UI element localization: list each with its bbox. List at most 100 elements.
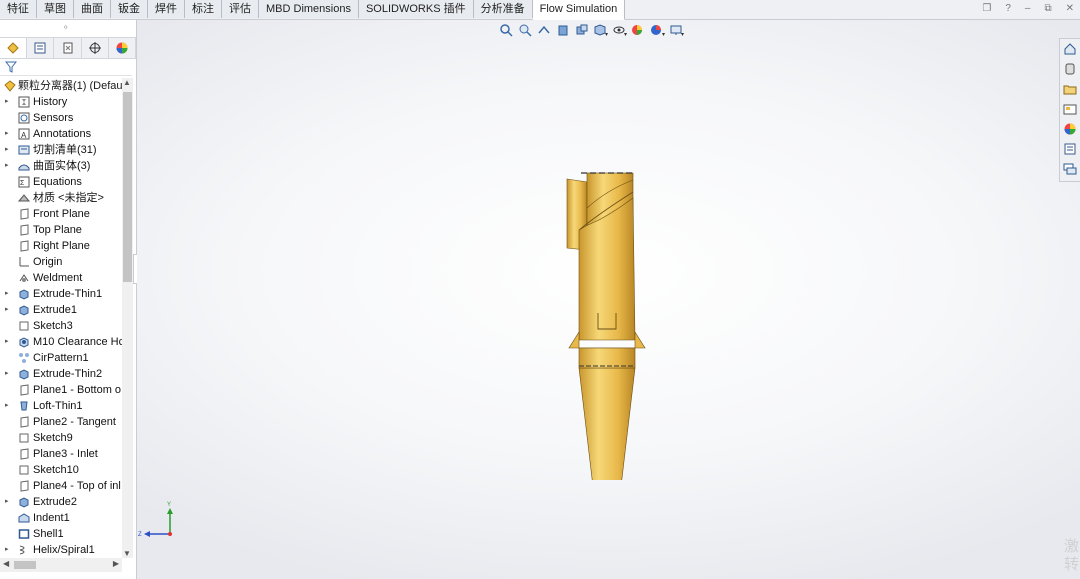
tree-item[interactable]: ▸ Loft-Thin1: [0, 398, 122, 414]
custom-properties-icon[interactable]: [1060, 139, 1080, 159]
previous-view-icon[interactable]: [536, 22, 552, 38]
scroll-thumb[interactable]: [123, 92, 132, 282]
extrude-icon: [18, 288, 30, 300]
tree-item[interactable]: ▸ Extrude-Thin2: [0, 366, 122, 382]
scroll-down-icon[interactable]: ▼: [123, 549, 131, 558]
tree-item[interactable]: Plane4 - Top of inl: [0, 478, 122, 494]
tab-8[interactable]: SOLIDWORKS 插件: [358, 0, 474, 18]
expand-arrow-icon[interactable]: ▸: [5, 302, 9, 318]
zoom-area-icon[interactable]: [517, 22, 533, 38]
tree-item[interactable]: 材质 <未指定>: [0, 190, 122, 206]
forum-icon[interactable]: [1060, 159, 1080, 179]
scroll-up-icon[interactable]: ▲: [123, 78, 131, 87]
hide-show-items-icon[interactable]: [631, 22, 647, 38]
tree-item[interactable]: ▸ History: [0, 94, 122, 110]
edit-appearance-icon[interactable]: ▾: [650, 22, 666, 38]
expand-arrow-icon[interactable]: ▸: [5, 94, 9, 110]
configuration-manager-tab[interactable]: [54, 38, 82, 58]
help-icon[interactable]: ?: [1005, 3, 1011, 15]
tab-0[interactable]: 特征: [0, 0, 37, 18]
sketch-icon: [18, 464, 30, 476]
tree-item[interactable]: Weldment: [0, 270, 122, 286]
expand-arrow-icon[interactable]: ▸: [5, 334, 9, 350]
tree-item[interactable]: Sketch9: [0, 430, 122, 446]
dimxpert-manager-tab[interactable]: [82, 38, 109, 58]
annotations-icon: A: [18, 128, 30, 140]
tree-horizontal-scrollbar[interactable]: ◀ ▶: [0, 558, 122, 572]
tab-6[interactable]: 评估: [222, 0, 259, 18]
tab-5[interactable]: 标注: [185, 0, 222, 18]
section-view-icon[interactable]: [555, 22, 571, 38]
panel-grip-icon[interactable]: ⚬: [62, 22, 70, 33]
graphics-area[interactable]: ▾ ▾ ▾ ▾ Y Z 激转: [137, 20, 1080, 579]
tree-item[interactable]: Sketch3: [0, 318, 122, 334]
display-manager-tab[interactable]: [109, 38, 137, 58]
tree-item[interactable]: CirPattern1: [0, 350, 122, 366]
expand-arrow-icon[interactable]: ▸: [5, 542, 9, 558]
tab-3[interactable]: 钣金: [111, 0, 148, 18]
tree-item[interactable]: ▸ Extrude2: [0, 494, 122, 510]
tab-9[interactable]: 分析准备: [473, 0, 533, 18]
hscroll-thumb[interactable]: [14, 561, 36, 569]
tree-item[interactable]: Front Plane: [0, 206, 122, 222]
design-library-icon[interactable]: [1060, 59, 1080, 79]
view-settings-icon[interactable]: ▾: [669, 22, 685, 38]
file-explorer-icon[interactable]: [1060, 79, 1080, 99]
expand-arrow-icon[interactable]: ▸: [5, 158, 9, 174]
appearances-icon[interactable]: [1060, 119, 1080, 139]
feature-manager-tab[interactable]: [0, 38, 28, 58]
zoom-to-fit-icon[interactable]: [498, 22, 514, 38]
dynamic-annotation-icon[interactable]: [574, 22, 590, 38]
tree-item[interactable]: Right Plane: [0, 238, 122, 254]
expand-arrow-icon[interactable]: ▸: [5, 366, 9, 382]
scroll-left-icon[interactable]: ◀: [3, 559, 9, 568]
maximize-icon[interactable]: ⧉: [1044, 3, 1051, 15]
coordinate-triad: Y Z: [138, 502, 173, 538]
plane-icon: [18, 416, 30, 428]
tab-1[interactable]: 草图: [37, 0, 74, 18]
close-icon[interactable]: ✕: [1066, 3, 1074, 15]
origin-icon: [18, 256, 30, 268]
barrel-lower: [578, 347, 636, 369]
surface-bodies-icon: [18, 160, 30, 172]
tree-item[interactable]: Plane2 - Tangent: [0, 414, 122, 430]
tab-2[interactable]: 曲面: [74, 0, 111, 18]
view-orientation-icon[interactable]: ▾: [593, 22, 609, 38]
tab-4[interactable]: 焊件: [148, 0, 185, 18]
tree-item[interactable]: Plane1 - Bottom o: [0, 382, 122, 398]
tree-item[interactable]: Origin: [0, 254, 122, 270]
tree-item[interactable]: ▸ 曲面实体(3): [0, 158, 122, 174]
display-style-icon[interactable]: ▾: [612, 22, 628, 38]
tree-item[interactable]: Σ Equations: [0, 174, 122, 190]
expand-arrow-icon[interactable]: ▸: [5, 286, 9, 302]
expand-arrow-icon[interactable]: ▸: [5, 142, 9, 158]
tree-item[interactable]: Plane3 - Inlet: [0, 446, 122, 462]
tree-item[interactable]: ▸ Extrude1: [0, 302, 122, 318]
scroll-right-icon[interactable]: ▶: [113, 559, 119, 568]
tree-item[interactable]: ▸ 切割清单(31): [0, 142, 122, 158]
crosshair-icon: [88, 42, 101, 54]
tree-item[interactable]: ▸ Extrude-Thin1: [0, 286, 122, 302]
tree-item[interactable]: Indent1: [0, 510, 122, 526]
tree-item[interactable]: Shell1: [0, 526, 122, 542]
tree-item[interactable]: Sensors: [0, 110, 122, 126]
tree-filter[interactable]: [0, 59, 132, 76]
expand-arrow-icon[interactable]: ▸: [5, 398, 9, 414]
tab-7[interactable]: MBD Dimensions: [259, 0, 359, 18]
plane-icon: [18, 240, 30, 252]
expand-arrow-icon[interactable]: ▸: [5, 494, 9, 510]
property-manager-tab[interactable]: [27, 38, 55, 58]
restore-icon[interactable]: ❐: [982, 3, 991, 15]
tree-item[interactable]: ▸ M10 Clearance Hc: [0, 334, 122, 350]
minimize-icon[interactable]: –: [1025, 3, 1031, 15]
cyclone-model[interactable]: [557, 170, 677, 480]
tree-vertical-scrollbar[interactable]: ▲ ▼: [122, 78, 133, 558]
tab-10[interactable]: Flow Simulation: [532, 0, 626, 20]
tree-item[interactable]: Top Plane: [0, 222, 122, 238]
tree-item[interactable]: ▸ A Annotations: [0, 126, 122, 142]
home-icon[interactable]: [1060, 39, 1080, 59]
expand-arrow-icon[interactable]: ▸: [5, 126, 9, 142]
view-palette-icon[interactable]: [1060, 99, 1080, 119]
tree-item[interactable]: ▸ Helix/Spiral1: [0, 542, 122, 558]
tree-item[interactable]: Sketch10: [0, 462, 122, 478]
